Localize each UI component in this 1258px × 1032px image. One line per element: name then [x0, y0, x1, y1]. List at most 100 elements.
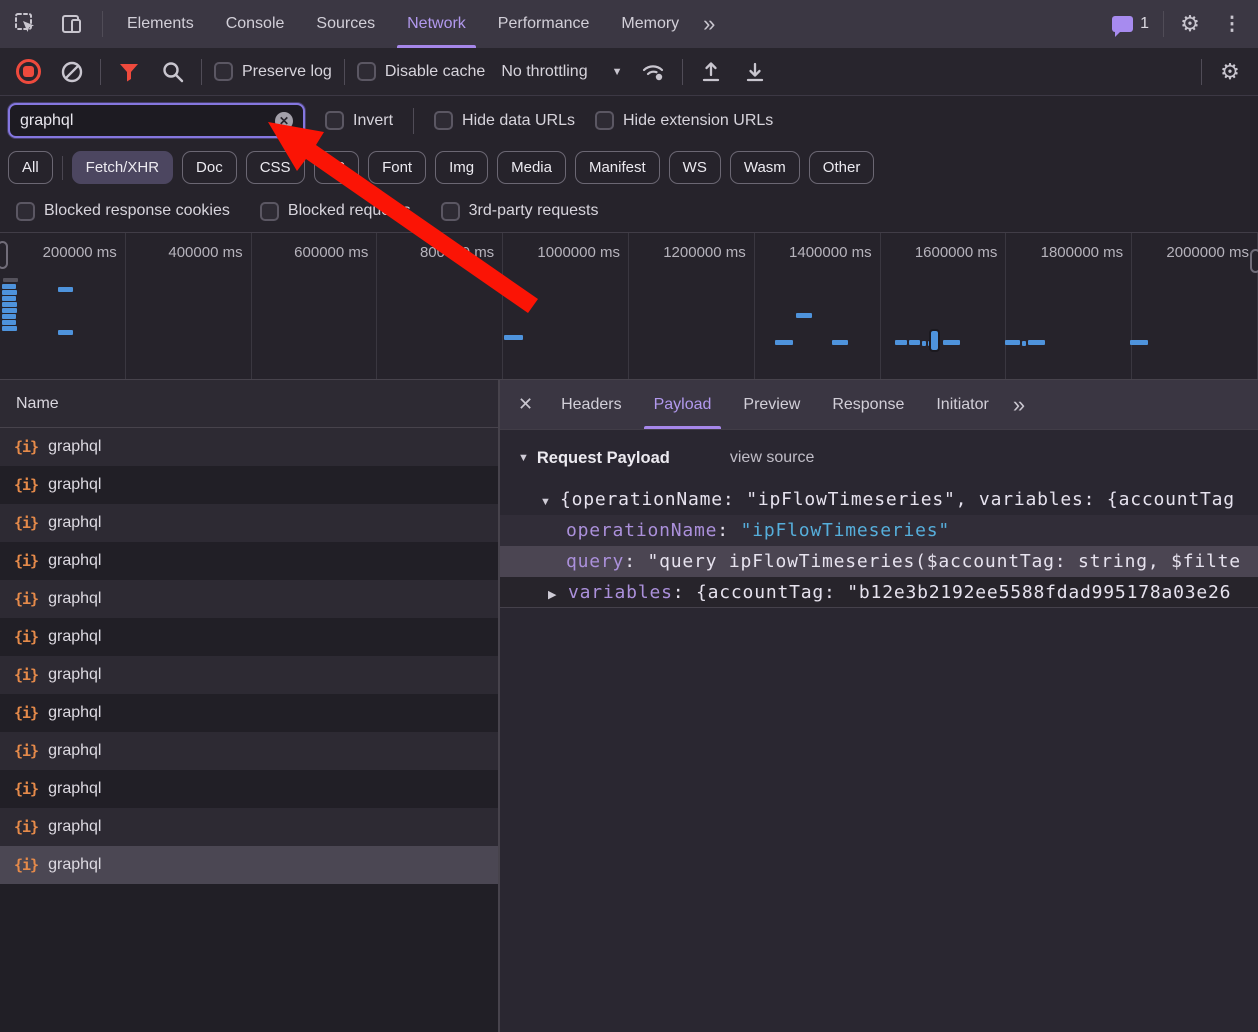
filter-chip-media[interactable]: Media [497, 151, 566, 184]
devtools-tab-memory[interactable]: Memory [605, 0, 695, 48]
record-network-log-button[interactable] [12, 56, 44, 88]
request-row[interactable]: {i}graphql [0, 618, 498, 656]
details-tab-headers[interactable]: Headers [545, 380, 637, 429]
details-tab-response[interactable]: Response [816, 380, 920, 429]
expand-arrow-icon[interactable]: ▶ [548, 580, 568, 608]
request-row[interactable]: {i}graphql [0, 580, 498, 618]
export-har-icon[interactable] [739, 56, 771, 88]
request-name: graphql [48, 514, 101, 532]
close-details-icon[interactable]: ✕ [510, 394, 545, 415]
network-settings-gear-icon[interactable]: ⚙ [1214, 56, 1246, 88]
timeline-activity-bar [943, 340, 960, 345]
json-fetch-icon: {i} [14, 818, 38, 836]
settings-gear-icon[interactable]: ⚙ [1174, 8, 1206, 40]
filter-chip-js[interactable]: JS [314, 151, 360, 184]
request-row[interactable]: {i}graphql [0, 656, 498, 694]
checkbox-box[interactable] [16, 202, 35, 221]
request-payload-title: Request Payload [537, 449, 670, 468]
checkbox-box[interactable] [325, 111, 344, 130]
devtools-tab-network[interactable]: Network [391, 0, 482, 48]
timeline-activity-bar [1022, 341, 1026, 346]
devtools-tab-performance[interactable]: Performance [482, 0, 606, 48]
devtools-tab-console[interactable]: Console [210, 0, 301, 48]
filter-chip-doc[interactable]: Doc [182, 151, 237, 184]
request-row[interactable]: {i} graphql [0, 504, 498, 542]
checkbox-box[interactable] [214, 62, 233, 81]
invert-checkbox[interactable]: Invert [325, 111, 393, 130]
filter-chip-font[interactable]: Font [368, 151, 426, 184]
request-row[interactable]: {i}graphql [0, 732, 498, 770]
details-tab-preview[interactable]: Preview [727, 380, 816, 429]
request-row[interactable]: {i}graphql [0, 808, 498, 846]
requests-panel: Name {i}graphql{i}graphql{i}graphql{i}gr… [0, 380, 500, 1032]
blocked-response-cookies-label: Blocked response cookies [44, 202, 230, 220]
request-payload-section-header[interactable]: ▼ Request Payload view source [500, 430, 1258, 472]
disable-cache-label: Disable cache [385, 63, 486, 81]
request-row[interactable]: {i}graphql [0, 770, 498, 808]
payload-row[interactable]: query: "query ipFlowTimeseries($accountT… [500, 546, 1258, 577]
request-name: graphql [48, 552, 101, 570]
json-fetch-icon: {i} [14, 514, 38, 532]
filter-chip-all[interactable]: All [8, 151, 53, 184]
more-panels-chevron-icon[interactable]: » [695, 13, 723, 35]
filter-chip-img[interactable]: Img [435, 151, 488, 184]
filter-input-value: graphql [20, 112, 275, 130]
clear-filter-icon[interactable]: ✕ [275, 112, 293, 130]
filter-chip-other[interactable]: Other [809, 151, 875, 184]
checkbox-box[interactable] [357, 62, 376, 81]
filter-chip-manifest[interactable]: Manifest [575, 151, 660, 184]
details-tab-payload[interactable]: Payload [638, 380, 728, 429]
throttling-dropdown[interactable]: No throttling ▼ [497, 63, 626, 81]
blocked-requests-checkbox[interactable]: Blocked requests [260, 202, 411, 221]
filter-chip-fetch-xhr[interactable]: Fetch/XHR [72, 151, 173, 184]
devtools-tab-sources[interactable]: Sources [300, 0, 391, 48]
request-name: graphql [48, 628, 101, 646]
timeline-scroll-handle-left[interactable] [0, 241, 8, 269]
checkbox-box[interactable] [434, 111, 453, 130]
view-source-link[interactable]: view source [730, 449, 814, 467]
request-row[interactable]: {i}graphql [0, 428, 498, 466]
filter-funnel-icon[interactable] [113, 56, 145, 88]
filter-chip-ws[interactable]: WS [669, 151, 721, 184]
request-row[interactable]: {i}graphql [0, 466, 498, 504]
inspect-element-icon[interactable] [10, 8, 42, 40]
network-overview-timeline[interactable]: 200000 ms400000 ms600000 ms800000 ms1000… [0, 232, 1258, 380]
filter-chip-css[interactable]: CSS [246, 151, 305, 184]
clear-network-log-button[interactable] [56, 56, 88, 88]
request-row[interactable]: {i}graphql [0, 694, 498, 732]
payload-row[interactable]: ▶variables: {accountTag: "b12e3b2192ee55… [500, 577, 1258, 608]
checkbox-box[interactable] [441, 202, 460, 221]
request-row[interactable]: {i}graphql [0, 846, 498, 884]
preserve-log-checkbox[interactable]: Preserve log [214, 62, 332, 81]
blocked-response-cookies-checkbox[interactable]: Blocked response cookies [16, 202, 230, 221]
request-name: graphql [48, 856, 101, 874]
payload-row[interactable]: operationName: "ipFlowTimeseries" [500, 515, 1258, 546]
hide-data-urls-checkbox[interactable]: Hide data URLs [434, 111, 575, 130]
3rd-party-requests-checkbox[interactable]: 3rd-party requests [441, 202, 599, 221]
issues-count: 1 [1140, 15, 1149, 33]
name-column-header[interactable]: Name [0, 380, 498, 428]
timeline-activity-bar [2, 308, 17, 313]
details-tab-initiator[interactable]: Initiator [920, 380, 1004, 429]
kebab-menu-icon[interactable]: ⋮ [1216, 8, 1248, 40]
request-row[interactable]: {i}graphql [0, 542, 498, 580]
devtools-tab-elements[interactable]: Elements [111, 0, 210, 48]
more-details-tabs-chevron-icon[interactable]: » [1005, 394, 1033, 416]
hide-extension-urls-checkbox[interactable]: Hide extension URLs [595, 111, 773, 130]
checkbox-box[interactable] [595, 111, 614, 130]
disable-cache-checkbox[interactable]: Disable cache [357, 62, 486, 81]
timeline-scroll-handle-right[interactable] [1250, 249, 1258, 273]
payload-text-segment: : "query ipFlowTimeseries($accountTag: s… [624, 551, 1241, 572]
network-conditions-icon[interactable] [638, 56, 670, 88]
filter-input[interactable]: graphql ✕ [8, 103, 305, 138]
collapse-arrow-icon[interactable]: ▼ [518, 452, 529, 464]
checkbox-box[interactable] [260, 202, 279, 221]
device-toolbar-icon[interactable] [56, 8, 88, 40]
tabbar-left-icons [10, 8, 103, 40]
filter-chip-wasm[interactable]: Wasm [730, 151, 800, 184]
import-har-icon[interactable] [695, 56, 727, 88]
issues-counter[interactable]: 1 [1112, 15, 1149, 33]
search-icon[interactable] [157, 56, 189, 88]
payload-row[interactable]: ▼{operationName: "ipFlowTimeseries", var… [500, 484, 1258, 515]
collapse-arrow-icon[interactable]: ▼ [540, 487, 560, 515]
